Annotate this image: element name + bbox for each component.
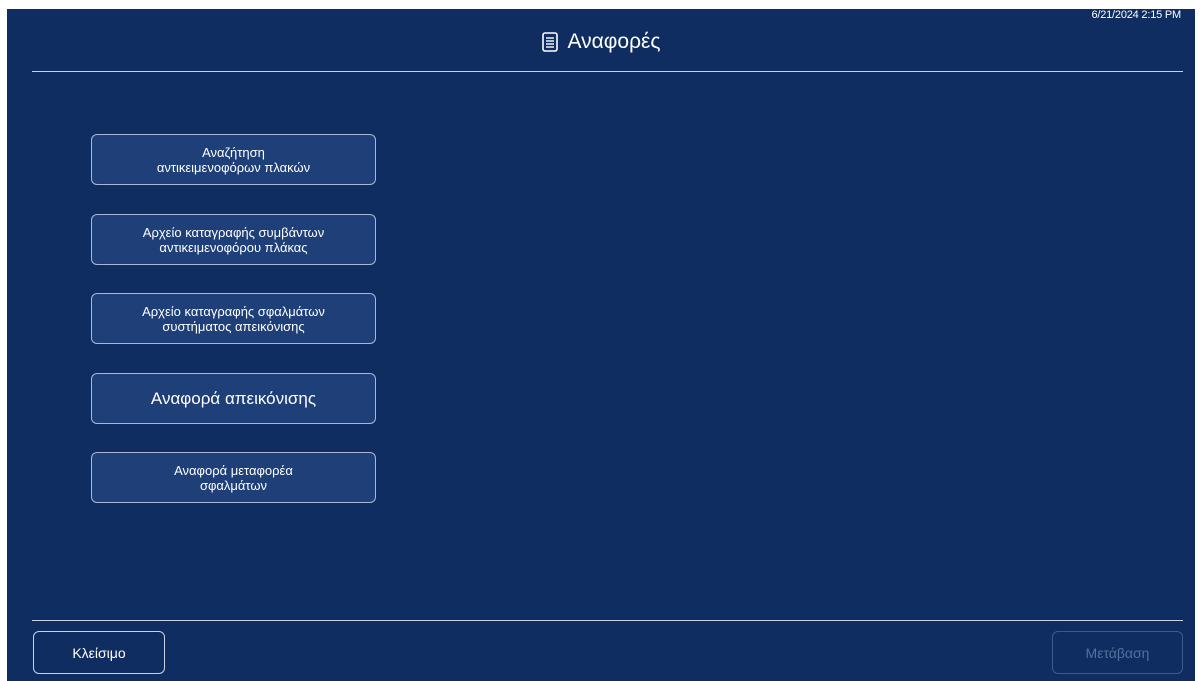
imaging-error-log-button-label: Αρχείο καταγραφής σφαλμάτων συστήματος α… xyxy=(142,303,325,334)
reports-screen: 6/21/2024 2:15 PM Αναφορές Αναζήτηση αντ… xyxy=(7,9,1195,681)
slide-event-log-button[interactable]: Αρχείο καταγραφής συμβάντων αντικειμενοφ… xyxy=(91,214,376,265)
timestamp: 6/21/2024 2:15 PM xyxy=(1091,9,1181,21)
footer-divider xyxy=(32,620,1183,621)
transporter-error-report-button[interactable]: Αναφορά μεταφορέα σφαλμάτων xyxy=(91,452,376,503)
report-document-icon xyxy=(541,32,558,52)
imaging-report-button[interactable]: Αναφορά απεικόνισης xyxy=(91,373,376,424)
transporter-error-report-button-label: Αναφορά μεταφορέα σφαλμάτων xyxy=(174,462,293,493)
slide-event-log-button-label: Αρχείο καταγραφής συμβάντων αντικειμενοφ… xyxy=(142,224,325,255)
imaging-error-log-button[interactable]: Αρχείο καταγραφής σφαλμάτων συστήματος α… xyxy=(91,293,376,344)
page-header: Αναφορές xyxy=(7,26,1195,58)
close-button[interactable]: Κλείσιμο xyxy=(33,631,165,674)
slide-search-button-label: Αναζήτηση αντικειμενοφόρων πλακών xyxy=(156,144,311,175)
go-button[interactable]: Μετάβαση xyxy=(1052,631,1183,674)
page-title: Αναφορές xyxy=(567,30,661,53)
imaging-report-button-label: Αναφορά απεικόνισης xyxy=(150,388,317,408)
slide-search-button[interactable]: Αναζήτηση αντικειμενοφόρων πλακών xyxy=(91,134,376,185)
header-divider xyxy=(32,71,1183,72)
